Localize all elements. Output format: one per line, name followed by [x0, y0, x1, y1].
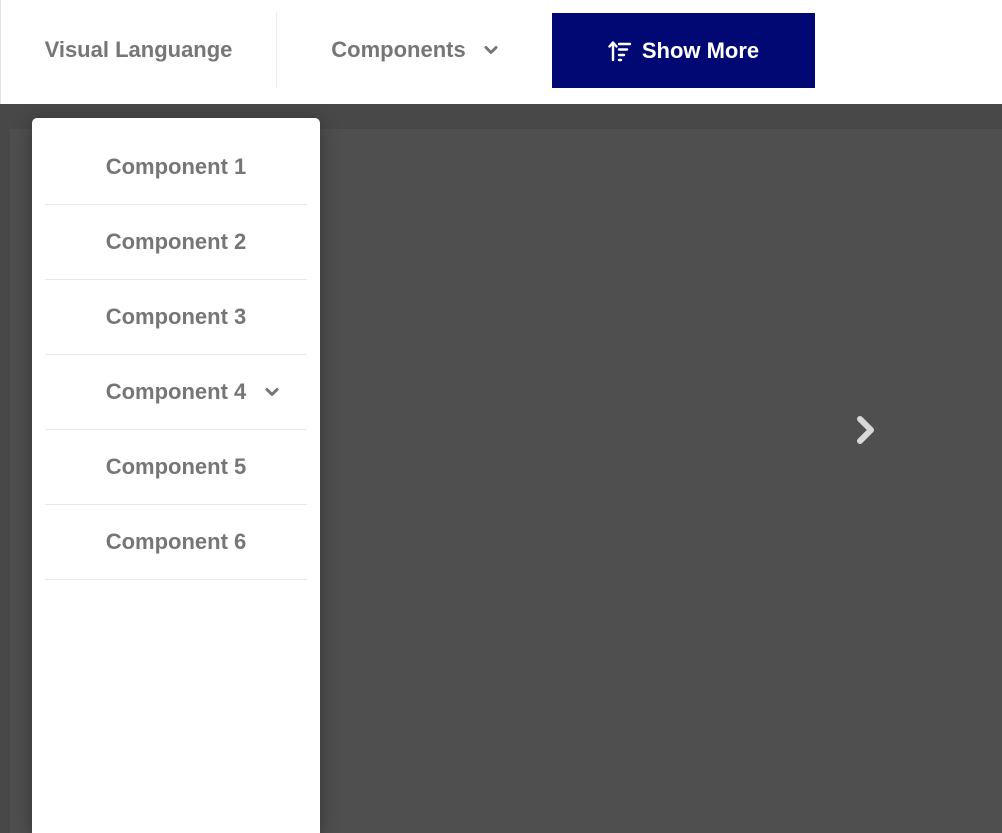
nav-components-dropdown[interactable]: Components	[277, 13, 552, 87]
nav-visual-language[interactable]: Visual Languange	[1, 13, 276, 87]
sort-ascending-icon	[608, 40, 632, 61]
dropdown-item-label: Component 5	[105, 454, 247, 479]
dropdown-item-component-1[interactable]: Component 1	[45, 130, 307, 205]
top-navigation: Visual Languange Components Show More	[0, 0, 1002, 104]
nav-components-label: Components	[331, 37, 466, 62]
show-more-label: Show More	[641, 37, 760, 63]
dropdown-item-label: Component 2	[105, 229, 247, 254]
dropdown-item-component-2[interactable]: Component 2	[45, 205, 307, 280]
dropdown-item-component-4[interactable]: Component 4	[45, 355, 307, 430]
dropdown-item-component-3[interactable]: Component 3	[45, 280, 307, 355]
chevron-down-icon	[484, 46, 498, 54]
chevron-right-icon[interactable]	[851, 413, 881, 447]
dropdown-item-label: Component 4	[105, 379, 247, 404]
components-list: Component 1 Component 2 Component 3 Comp…	[32, 118, 320, 580]
dropdown-item-component-5[interactable]: Component 5	[45, 430, 307, 505]
components-dropdown-menu: Component 1 Component 2 Component 3 Comp…	[32, 118, 320, 833]
dropdown-item-label: Component 6	[105, 529, 247, 554]
dropdown-item-label: Component 1	[105, 154, 247, 179]
dropdown-item-label: Component 3	[105, 304, 247, 329]
show-more-button[interactable]: Show More	[552, 13, 815, 88]
dropdown-item-component-6[interactable]: Component 6	[45, 505, 307, 580]
nav-visual-language-label: Visual Languange	[44, 37, 233, 62]
chevron-down-icon[interactable]	[265, 385, 279, 399]
